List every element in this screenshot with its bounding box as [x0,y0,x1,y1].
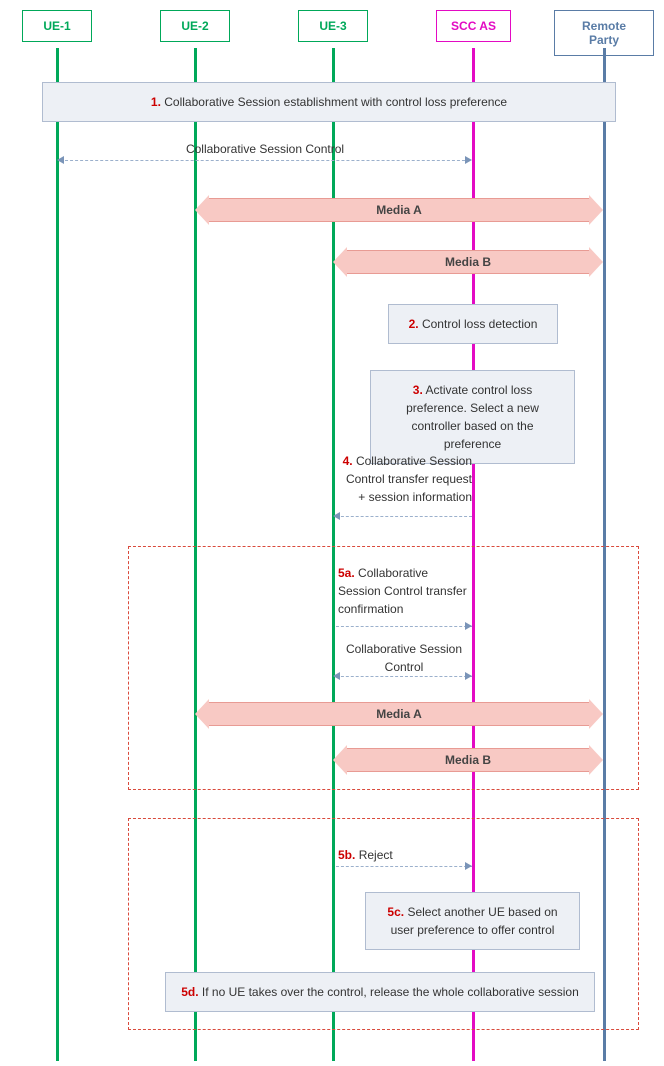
media-a-1: Media A [208,198,590,222]
lifeline-ue1 [56,48,59,1061]
csc-label-2: Collaborative Session Control [336,640,472,676]
step-5b-label: 5b. Reject [338,846,470,864]
step-5a-arrow [465,622,472,630]
step-2-box: 2. Control loss detection [388,304,558,344]
step-1-box: 1. Collaborative Session establishment w… [42,82,616,122]
csc-line-1-arrow-l [57,156,64,164]
step-5a-text: Collaborative Session Control transfer c… [338,566,467,616]
step-4-line [336,516,472,517]
step-4-text: Collaborative Session Control transfer r… [346,454,472,504]
participant-ue3: UE-3 [298,10,368,42]
step-4-arrow [333,512,340,520]
participant-ue2: UE-2 [160,10,230,42]
step-5b-arrow [465,862,472,870]
step-5d-box: 5d. If no UE takes over the control, rel… [165,972,595,1012]
step-5b-line [336,866,472,867]
step-5c-box: 5c. Select another UE based on user pref… [365,892,580,950]
step-5c-text: Select another UE based on user preferen… [391,905,558,937]
step-5d-num: 5d. [181,985,198,999]
participant-ue1: UE-1 [22,10,92,42]
csc-label-1: Collaborative Session Control [60,140,470,158]
csc-line-2 [336,676,472,677]
media-b-1: Media B [346,250,590,274]
step-2-text: Control loss detection [422,317,537,331]
step-1-num: 1. [151,95,161,109]
step-5b-text: Reject [359,848,393,862]
media-a-1-label: Media A [376,203,422,217]
media-b-1-label: Media B [445,255,491,269]
step-1-text: Collaborative Session establishment with… [164,95,507,109]
csc-line-2-arrow-r [465,672,472,680]
media-b-2: Media B [346,748,590,772]
csc-line-1-arrow-r [465,156,472,164]
media-a-2: Media A [208,702,590,726]
media-a-2-label: Media A [376,707,422,721]
step-5a-line [336,626,472,627]
step-5a-label: 5a. Collaborative Session Control transf… [338,564,470,618]
step-5a-num: 5a. [338,566,355,580]
step-4-num: 4. [343,454,353,468]
csc-line-1 [60,160,470,161]
step-3-text: Activate control loss preference. Select… [406,383,539,451]
step-2-num: 2. [409,317,419,331]
step-5c-num: 5c. [387,905,404,919]
step-5d-text: If no UE takes over the control, release… [202,985,579,999]
step-5b-num: 5b. [338,848,355,862]
step-4-label: 4. Collaborative Session Control transfe… [336,452,472,506]
media-b-2-label: Media B [445,753,491,767]
step-3-num: 3. [413,383,423,397]
step-3-box: 3. Activate control loss preference. Sel… [370,370,575,464]
participant-scc: SCC AS [436,10,511,42]
csc-line-2-arrow-l [333,672,340,680]
